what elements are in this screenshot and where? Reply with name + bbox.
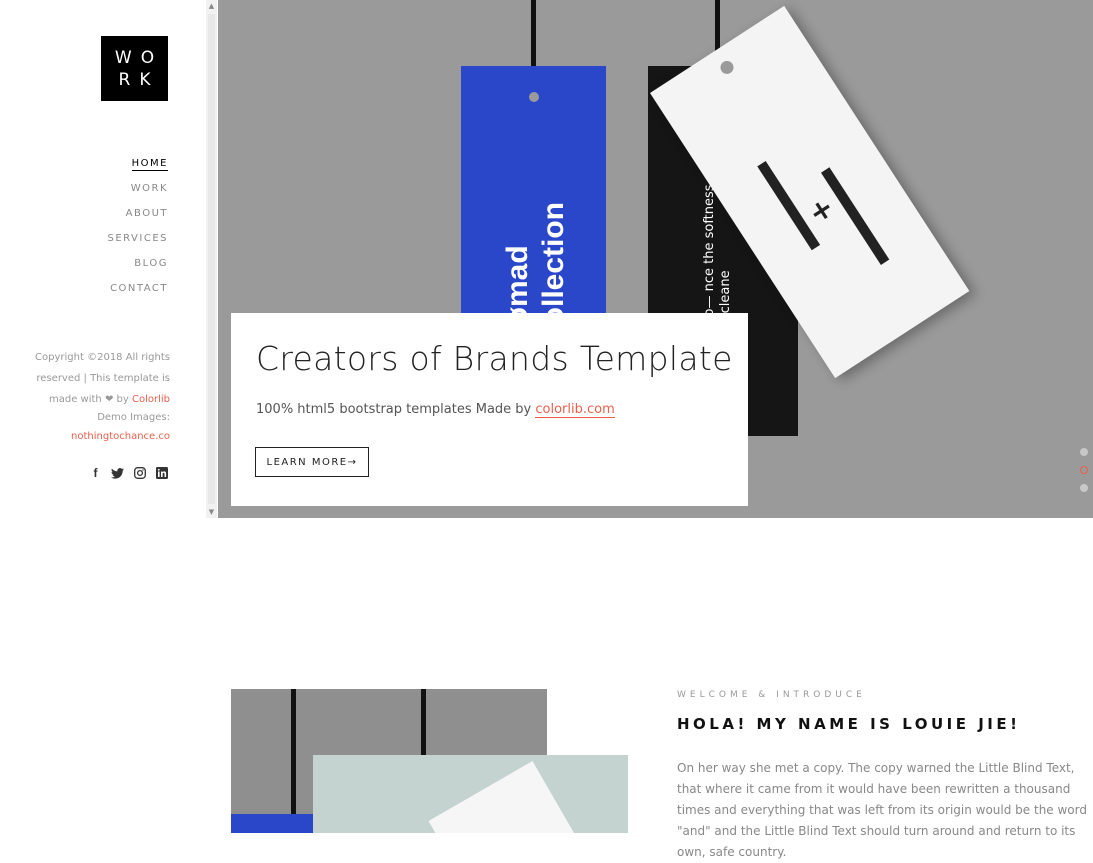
- facebook-icon[interactable]: f: [89, 466, 102, 480]
- copyright-line-3: made with ❤ by Colorlib: [49, 394, 170, 405]
- tag-hole: [718, 58, 736, 77]
- hero-tag-blue: Nømad Collection: [461, 66, 606, 347]
- learn-more-button[interactable]: LEARN MORE →: [255, 447, 369, 477]
- social-links: f: [89, 466, 168, 480]
- paper-card: [428, 761, 578, 833]
- slider-dot-3[interactable]: [1080, 484, 1088, 492]
- heart-icon: ❤: [104, 394, 114, 405]
- demo-images-label: Demo Images:: [97, 412, 170, 423]
- hero-caption-card: Creators of Brands Template 100% html5 b…: [231, 313, 748, 506]
- slider-dot-2[interactable]: [1080, 466, 1088, 474]
- nav-blog[interactable]: BLOG: [107, 256, 168, 281]
- intro-kicker: WELCOME & INTRODUCE: [677, 690, 866, 700]
- intro-image-overlay: [313, 755, 628, 833]
- main-nav: HOME WORK ABOUT SERVICES BLOG CONTACT: [107, 156, 168, 306]
- sidebar: WO RK HOME WORK ABOUT SERVICES BLOG CONT…: [0, 0, 205, 518]
- hero-title: Creators of Brands Template: [256, 339, 733, 378]
- nav-about[interactable]: ABOUT: [107, 206, 168, 231]
- tag-cord: [421, 689, 426, 759]
- hero-subtitle: 100% html5 bootstrap templates Made by c…: [256, 402, 615, 418]
- sidebar-scrollbar[interactable]: ▲ ▼: [206, 0, 217, 518]
- linkedin-icon[interactable]: [155, 466, 168, 480]
- tag-plus-mark: +: [802, 189, 840, 231]
- nav-services[interactable]: SERVICES: [107, 231, 168, 256]
- nav-home[interactable]: HOME: [107, 156, 168, 181]
- tag-blue-fragment: [231, 814, 316, 833]
- intro-text: On her way she met a copy. The copy warn…: [677, 761, 1087, 859]
- demo-images-link[interactable]: nothingtochance.co: [20, 426, 170, 447]
- colorlib-com-link[interactable]: colorlib.com: [535, 402, 615, 418]
- scroll-down-arrow-icon[interactable]: ▼: [206, 506, 217, 518]
- copyright-line-1: Copyright ©2018 All rights: [35, 352, 170, 363]
- tag-cord: [291, 689, 296, 833]
- hero-tag-blue-text: Nømad Collection: [501, 201, 570, 347]
- instagram-icon[interactable]: [133, 466, 146, 480]
- slider-dots: [1080, 448, 1088, 502]
- logo-line-1: WO: [114, 47, 164, 68]
- scroll-up-arrow-icon[interactable]: ▲: [206, 0, 217, 12]
- arrow-right-icon: →: [347, 456, 358, 468]
- twitter-icon[interactable]: [111, 466, 124, 480]
- intro-title: HOLA! MY NAME IS LOUIE JIE!: [677, 715, 1021, 733]
- colorlib-link[interactable]: Colorlib: [132, 394, 170, 405]
- slider-dot-1[interactable]: [1080, 448, 1088, 456]
- nav-work[interactable]: WORK: [107, 181, 168, 206]
- scrollbar-thumb[interactable]: [208, 14, 215, 504]
- copyright: Copyright ©2018 All rights reserved | Th…: [20, 347, 170, 447]
- logo-line-2: RK: [118, 69, 160, 90]
- logo[interactable]: WO RK: [101, 36, 168, 101]
- nav-contact[interactable]: CONTACT: [107, 281, 168, 306]
- copyright-line-2: reserved | This template is: [36, 373, 170, 384]
